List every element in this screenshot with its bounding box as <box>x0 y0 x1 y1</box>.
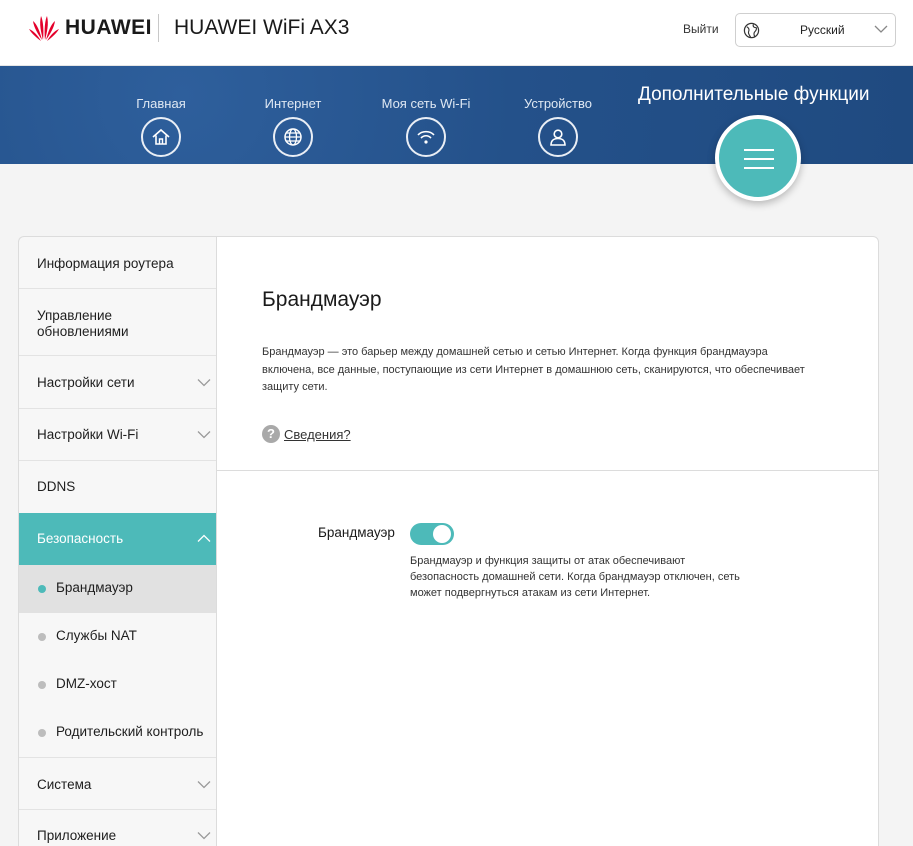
wifi-icon <box>417 130 435 144</box>
home-icon <box>152 128 170 145</box>
sidebar-subitem-firewall[interactable]: Брандмауэр <box>19 565 216 613</box>
nav-home[interactable]: Главная <box>106 96 216 157</box>
sidebar-item-label: Безопасность <box>37 531 124 546</box>
sidebar-item-system[interactable]: Система <box>19 758 216 809</box>
sidebar-item-apps[interactable]: Приложение <box>19 810 216 846</box>
sidebar-item-router-info[interactable]: Информация роутера <box>19 237 216 287</box>
bullet-dot <box>38 729 46 737</box>
sidebar-subitem-label: DMZ-хост <box>56 676 117 691</box>
nav-device[interactable]: Устройство <box>503 96 613 157</box>
chevron-down-icon <box>874 25 888 33</box>
toggle-knob <box>433 525 451 543</box>
user-icon-circle <box>538 117 578 157</box>
home-icon-circle <box>141 117 181 157</box>
chevron-up-icon <box>197 534 211 542</box>
nav-device-label: Устройство <box>523 96 592 111</box>
chevron-down-icon <box>197 781 211 789</box>
globe-icon-circle <box>273 117 313 157</box>
globe-icon <box>743 22 760 39</box>
chevron-down-icon <box>197 431 211 439</box>
chevron-down-icon <box>197 832 211 840</box>
page-description: Брандмауэр — это барьер между домашней с… <box>262 346 805 393</box>
sidebar-subitem-label: Родительский контроль <box>56 724 204 739</box>
help-link-group[interactable]: ? Сведения? <box>262 425 351 443</box>
sidebar-item-wifi-settings[interactable]: Настройки Wi-Fi <box>19 409 216 460</box>
sidebar-subitem-parental[interactable]: Родительский контроль <box>19 709 216 757</box>
details-link[interactable]: Сведения? <box>284 427 351 442</box>
huawei-flower-icon <box>29 16 59 41</box>
bullet-dot <box>38 585 46 593</box>
firewall-label: Брандмауэр <box>318 525 395 540</box>
sidebar: Информация роутера Управление обновления… <box>18 236 216 846</box>
bullet-dot <box>38 633 46 641</box>
page-title: Брандмауэр <box>262 288 382 311</box>
top-bar: HUAWEI HUAWEI WiFi AX3 Выйти Русский <box>0 0 913 66</box>
menu-icon <box>744 149 774 151</box>
firewall-note: Брандмауэр и функция защиты от атак обес… <box>410 555 740 599</box>
firewall-toggle[interactable] <box>410 523 454 545</box>
product-name: HUAWEI WiFi AX3 <box>174 16 350 39</box>
sidebar-item-label: DDNS <box>37 479 76 494</box>
bullet-dot <box>38 681 46 689</box>
sidebar-item-label: Управление обновлениями <box>37 308 129 339</box>
sidebar-item-label: Настройки сети <box>37 375 135 390</box>
sidebar-subitem-label: Службы NAT <box>56 628 137 643</box>
sidebar-item-label: Приложение <box>37 828 117 843</box>
header-divider <box>158 14 159 42</box>
wifi-icon-circle <box>406 117 446 157</box>
sidebar-item-label: Система <box>37 777 92 792</box>
sidebar-item-ddns[interactable]: DDNS <box>19 461 216 512</box>
sidebar-item-network[interactable]: Настройки сети <box>19 356 216 408</box>
nav-wifi-label: Моя сеть Wi-Fi <box>381 96 471 111</box>
sidebar-item-updates[interactable]: Управление обновлениями <box>19 289 216 351</box>
sidebar-item-label: Информация роутера <box>37 256 174 271</box>
sidebar-subitem-label: Брандмауэр <box>56 580 133 595</box>
sidebar-item-security[interactable]: Безопасность <box>19 513 216 565</box>
help-icon: ? <box>262 425 280 443</box>
content-panel: Брандмауэр Брандмауэр — это барьер между… <box>216 236 879 846</box>
nav-home-label: Главная <box>136 96 186 111</box>
user-icon <box>550 129 566 146</box>
menu-icon-line <box>744 167 774 169</box>
nav-wifi[interactable]: Моя сеть Wi-Fi <box>371 96 481 157</box>
nav-internet-label: Интернет <box>264 96 322 111</box>
logout-link[interactable]: Выйти <box>683 22 719 36</box>
sidebar-item-label: Настройки Wi-Fi <box>37 427 139 442</box>
sidebar-subitem-dmz[interactable]: DMZ-хост <box>19 661 216 709</box>
chevron-down-icon <box>197 379 211 387</box>
language-value: Русский <box>800 23 845 37</box>
huawei-logo[interactable]: HUAWEI <box>28 14 152 42</box>
sidebar-subitem-nat[interactable]: Службы NAT <box>19 613 216 661</box>
nav-advanced-label: Дополнительные функции <box>638 84 870 105</box>
brand-name: HUAWEI <box>65 16 152 39</box>
globe-icon <box>284 128 302 146</box>
advanced-menu-button[interactable] <box>715 115 801 201</box>
nav-internet[interactable]: Интернет <box>238 96 348 157</box>
menu-icon-line <box>744 158 774 160</box>
section-divider <box>217 470 878 471</box>
language-select[interactable]: Русский <box>735 13 896 47</box>
